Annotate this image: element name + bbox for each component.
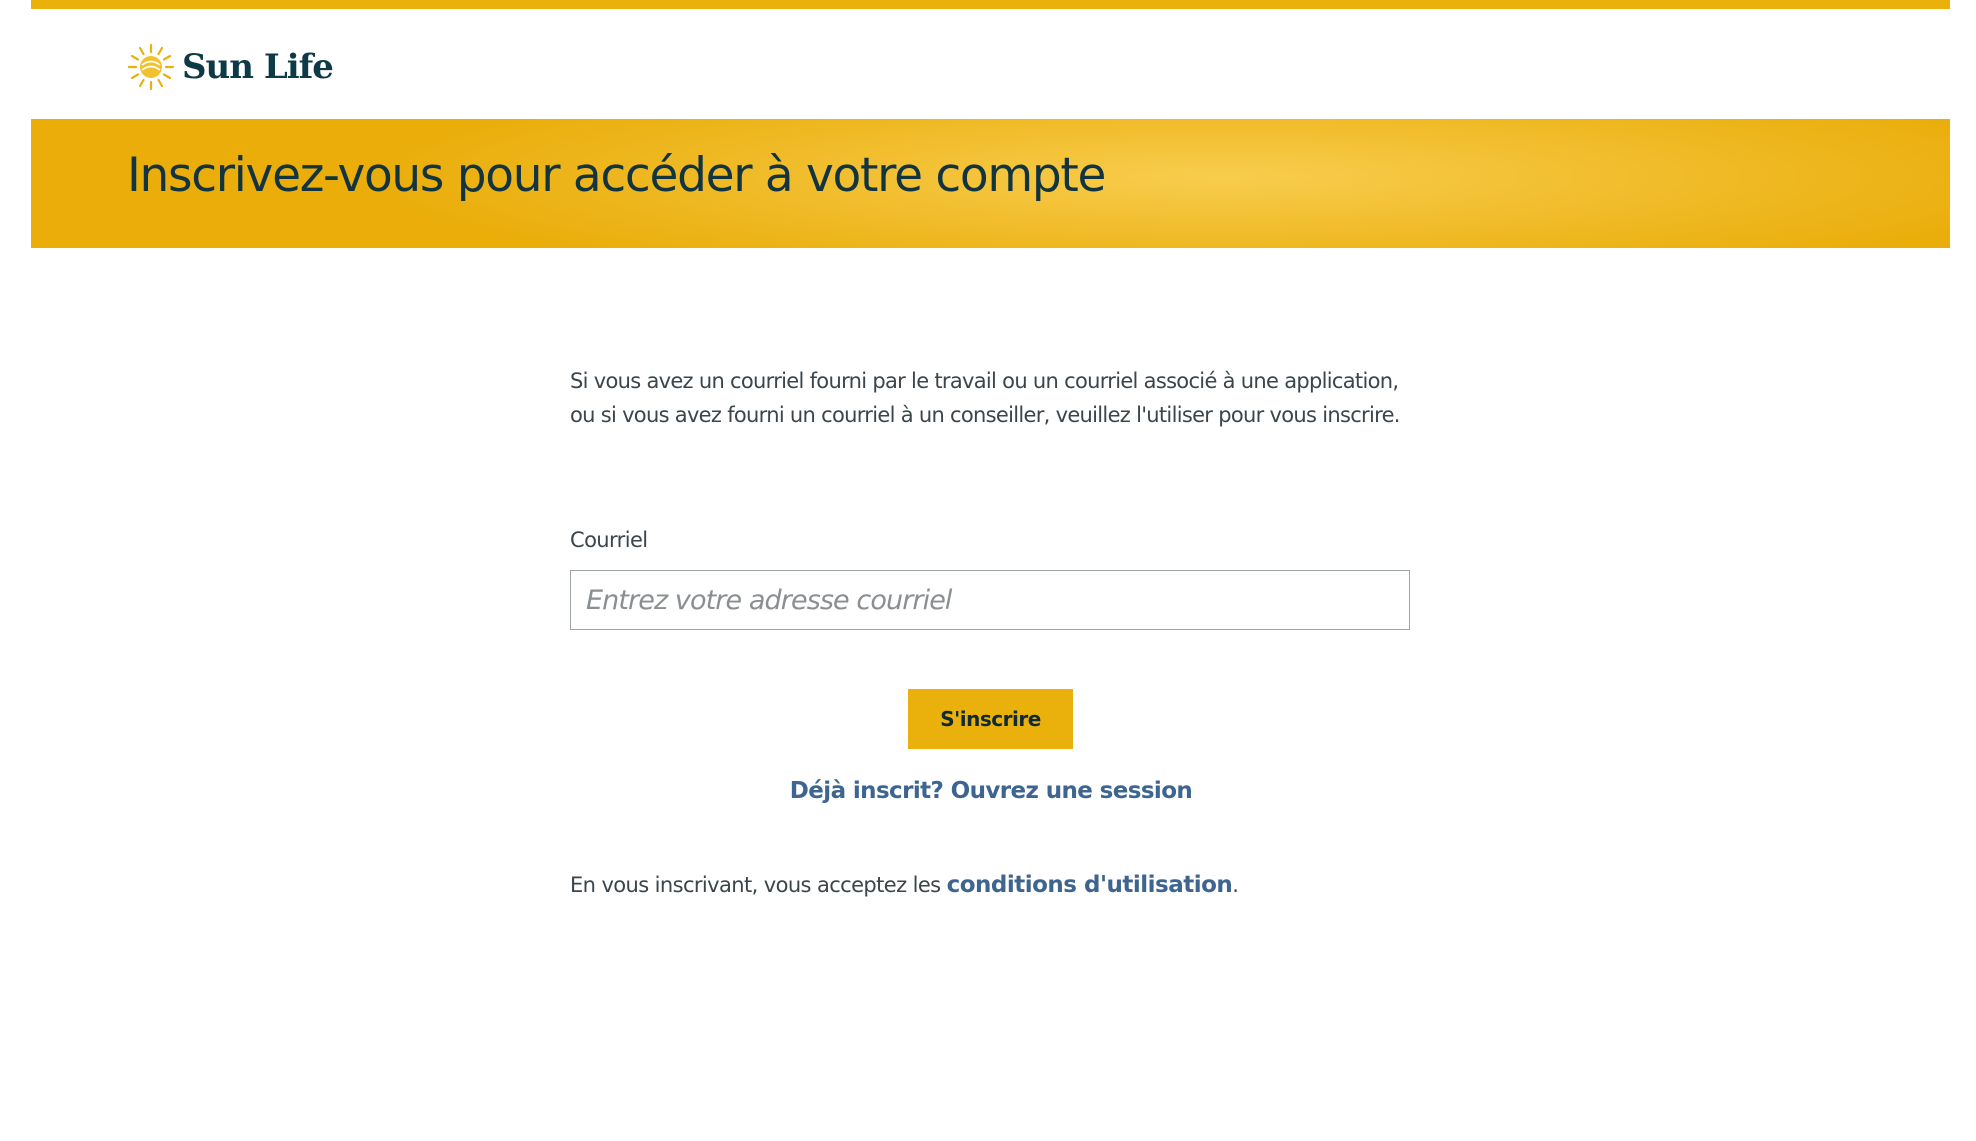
top-accent-bar [31, 0, 1950, 9]
sun-logo-icon [127, 43, 175, 91]
login-link[interactable]: Déjà inscrit? Ouvrez une session [570, 778, 1412, 804]
terms-suffix: . [1232, 873, 1239, 897]
terms-link[interactable]: conditions d'utilisation [947, 872, 1233, 898]
signup-form: Si vous avez un courriel fourni par le t… [570, 364, 1412, 898]
email-input[interactable] [570, 570, 1410, 630]
terms-prefix: En vous inscrivant, vous acceptez les [570, 873, 947, 897]
terms-notice: En vous inscrivant, vous acceptez les co… [570, 872, 1239, 898]
sun-life-logo[interactable]: Sun Life [126, 40, 334, 94]
email-label: Courriel [570, 528, 648, 552]
intro-text: Si vous avez un courriel fourni par le t… [570, 369, 1400, 427]
brand-name: Sun Life [182, 47, 334, 87]
page-title: Inscrivez-vous pour accéder à votre comp… [127, 148, 1106, 203]
signup-page: Sun Life Inscrivez-vous pour accéder à v… [0, 0, 1976, 1141]
title-banner: Inscrivez-vous pour accéder à votre comp… [31, 119, 1950, 248]
signup-button[interactable]: S'inscrire [908, 689, 1073, 749]
